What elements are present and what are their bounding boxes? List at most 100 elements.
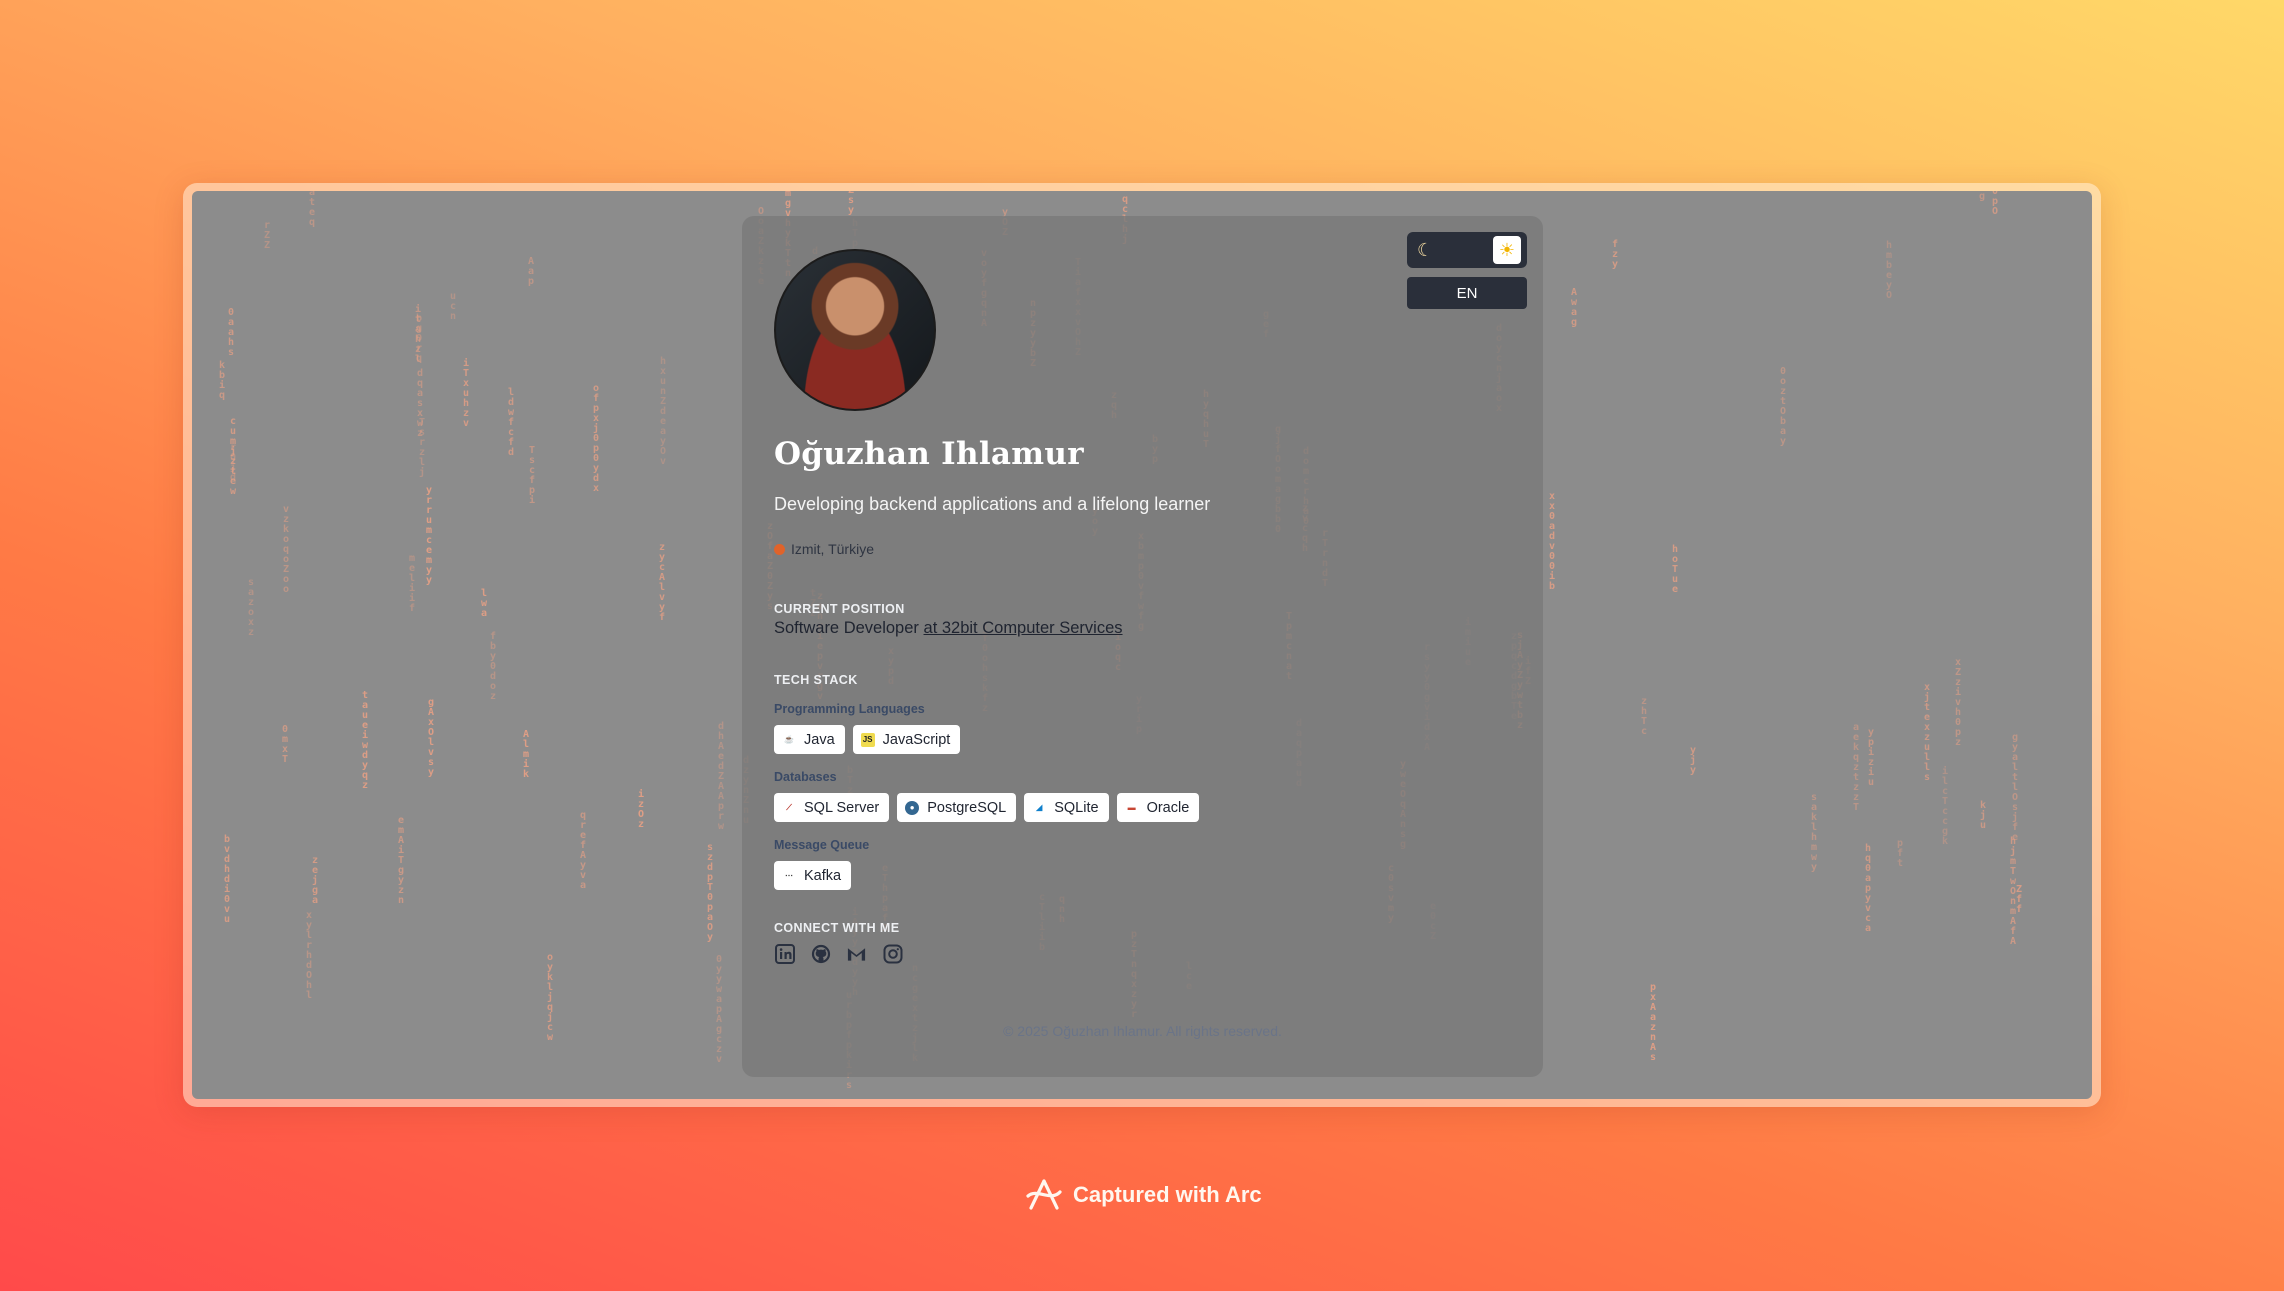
rain-column: kZ0zg — [1978, 191, 1986, 202]
rain-column: vzkoqoZoo — [282, 504, 290, 595]
current-position: Software Developer at 32bit Computer Ser… — [774, 619, 1123, 638]
rain-column: ucn — [449, 291, 457, 322]
rain-column: meliif — [408, 553, 416, 614]
rain-column: dhAedZAAprw — [717, 721, 725, 832]
javascript-icon: JS — [860, 732, 875, 747]
programming-languages-list: ☕ Java JS JavaScript — [774, 725, 961, 754]
rain-column: hoTue — [1671, 544, 1679, 595]
badge-postgresql: ● PostgreSQL — [897, 793, 1017, 822]
tech-stack-heading: TECH STACK — [774, 673, 858, 687]
github-icon[interactable] — [810, 943, 831, 964]
location: Izmit, Türkiye — [774, 541, 874, 557]
rain-column: bvdhdi0vu — [223, 834, 231, 925]
page-viewport: ioqczvcqhfby0dozjf0ohskfzhTphtnzvehovzko… — [192, 191, 2092, 1099]
rain-column: iTxuhzv — [462, 358, 470, 429]
message-queue-list: ⋯ Kafka — [774, 861, 852, 890]
rain-column: 0aahs — [227, 307, 235, 358]
java-icon: ☕ — [784, 735, 794, 744]
profile-tagline: Developing backend applications and a li… — [774, 494, 1211, 514]
rain-column: xjtexzulls — [1923, 682, 1931, 783]
badge-sql-server: ⟋ SQL Server — [774, 793, 890, 822]
sql-server-icon: ⟋ — [786, 802, 792, 812]
rain-column: cumjztew — [229, 416, 237, 497]
rain-column: ldwfcfd — [507, 387, 515, 458]
sun-icon: ☀ — [1493, 236, 1521, 264]
rain-column: hjmTwOnmAfA — [2009, 836, 2017, 947]
rain-column: xylrhdOhl — [305, 910, 313, 1001]
rain-column: toc0pO — [1991, 191, 1999, 217]
rain-column: szdpT0paOy — [706, 842, 714, 943]
badge-sqlite: ◢ SQLite — [1024, 793, 1109, 822]
avatar — [774, 249, 936, 411]
rain-column: Zff — [2015, 884, 2023, 915]
rain-column: hq0apyvca — [1864, 843, 1872, 934]
rain-column: gAxOlvsy — [427, 697, 435, 778]
footer-copyright: © 2025 Oğuzhan Ihlamur. All rights reser… — [1003, 1023, 1282, 1039]
position-role: Software Developer — [774, 619, 919, 637]
rain-column: pxAaznAs — [1649, 982, 1657, 1063]
location-pin-icon — [774, 543, 785, 555]
rain-column: Almik — [522, 729, 530, 780]
capture-badge: Captured with Arc — [1025, 1178, 1262, 1212]
badge-javascript: JS JavaScript — [852, 725, 961, 754]
linkedin-icon[interactable] — [774, 943, 795, 964]
rain-column: rZZ — [263, 220, 271, 251]
rain-column: yateq — [308, 191, 316, 228]
rain-column: pft — [1896, 838, 1904, 869]
badge-oracle: ▬ Oracle — [1116, 793, 1200, 822]
rain-column: Tscfpi — [528, 445, 536, 506]
arc-logo-icon — [1026, 1179, 1062, 1210]
postgresql-icon: ● — [905, 800, 920, 815]
rain-column: hxunZdeayOv — [659, 356, 667, 467]
rain-column: fby0doz — [489, 631, 497, 702]
message-queue-label: Message Queue — [774, 838, 870, 852]
theme-toggle[interactable]: ☾ ☀ — [1407, 232, 1527, 268]
instagram-icon[interactable] — [882, 943, 903, 964]
rain-column: ypiziu — [1867, 727, 1875, 788]
rain-column: r0jd — [229, 442, 237, 483]
rain-column: Aap — [527, 256, 535, 287]
databases-list: ⟋ SQL Server ● PostgreSQL ◢ SQLite ▬ Ora… — [774, 793, 1200, 822]
rain-column: yrrumcemyy — [425, 485, 433, 586]
rain-column: qrefAyva — [579, 810, 587, 891]
rain-column: sazoxz — [247, 577, 255, 638]
rain-column: ofpxj0p0ydx — [592, 383, 600, 494]
rain-column: kbiq — [218, 360, 226, 401]
gmail-icon[interactable] — [846, 943, 867, 964]
rain-column: zhTc — [1640, 696, 1648, 737]
rain-column: bgOrq — [415, 313, 423, 364]
company-link[interactable]: at 32bit Computer Services — [924, 619, 1123, 637]
capture-badge-text: Captured with Arc — [1073, 1182, 1262, 1207]
rain-column: 0yywapAgczv — [715, 954, 723, 1065]
rain-column: dqasxwz — [416, 368, 424, 439]
rain-column: zejga — [311, 855, 319, 906]
programming-languages-label: Programming Languages — [774, 702, 925, 716]
rain-column: OpZsy — [847, 191, 855, 216]
rain-column: zycAlvyf — [658, 542, 666, 623]
current-position-heading: CURRENT POSITION — [774, 602, 905, 616]
rain-column: izOz — [637, 789, 645, 830]
oracle-icon: ▬ — [1127, 803, 1136, 812]
rain-column: xZzivh0pz — [1954, 657, 1962, 748]
rain-column: fzy — [1611, 239, 1619, 270]
location-text: Izmit, Türkiye — [791, 541, 874, 557]
rain-column: kju — [1979, 800, 1987, 831]
rain-column: yjy — [1689, 745, 1697, 776]
rain-column: emAiTgyzn — [397, 815, 405, 906]
rain-column: Tsrzlj — [418, 417, 426, 478]
rain-column: 0mxT — [281, 724, 289, 765]
rain-column: lwa — [480, 588, 488, 619]
rain-column: gyaltlOsjfe — [2011, 732, 2019, 843]
rain-column: ilcTccgk — [1941, 766, 1949, 847]
rain-column: hmbeyO — [1885, 240, 1893, 301]
moon-icon: ☾ — [1417, 239, 1434, 260]
rain-column: oykljqjcw — [546, 952, 554, 1043]
language-button[interactable]: EN — [1407, 277, 1527, 309]
rain-column: 0oztObay — [1779, 366, 1787, 447]
sqlite-icon: ◢ — [1036, 803, 1043, 812]
databases-label: Databases — [774, 770, 837, 784]
profile-name: Oğuzhan Ihlamur — [774, 436, 1084, 472]
badge-java: ☕ Java — [774, 725, 845, 754]
rain-column: saklhmwy — [1810, 792, 1818, 873]
profile-card: ☾ ☀ EN Oğuzhan Ihlamur Developing backen… — [742, 216, 1543, 1077]
